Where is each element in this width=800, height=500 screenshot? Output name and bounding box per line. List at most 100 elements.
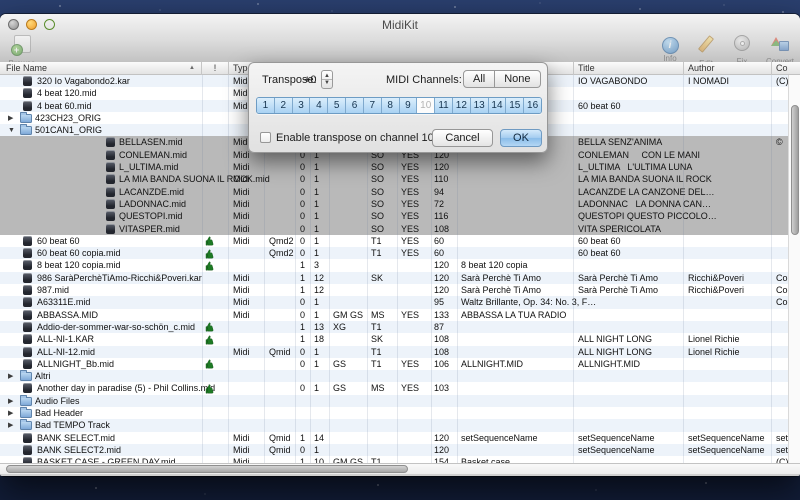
- transpose-stepper[interactable]: ▲▼: [321, 70, 333, 89]
- folder-icon: [20, 372, 32, 381]
- disclosure-collapsed-icon[interactable]: ▶: [8, 409, 13, 419]
- horizontal-scrollbar-thumb[interactable]: [6, 465, 408, 473]
- channel-9-button[interactable]: 9: [400, 98, 418, 113]
- table-row[interactable]: LACANZDE.midMidi01SOYES94LACANZDE LA CAN…: [0, 186, 800, 198]
- cell-title: ALL NIGHT LONG: [578, 334, 652, 344]
- cell-yes: YES: [401, 162, 419, 172]
- table-row[interactable]: A63311E.midMidi0195Waltz Brillante, Op. …: [0, 296, 800, 308]
- file-name: BELLASEN.mid: [119, 137, 183, 147]
- cell-dev: SK: [371, 273, 383, 283]
- midi-file-icon: [106, 162, 115, 172]
- cell-n2: 3: [314, 260, 319, 270]
- cell-n1: 0: [300, 199, 305, 209]
- table-row[interactable]: Another day in paradise (5) - Phil Colli…: [0, 382, 800, 394]
- table-row[interactable]: 987.midMidi112120Sarà Perchè Ti AmoSarà …: [0, 284, 800, 296]
- cell-type: Midi: [233, 150, 250, 160]
- vertical-scrollbar[interactable]: [788, 75, 800, 463]
- channel-4-button[interactable]: 4: [310, 98, 328, 113]
- folder-row[interactable]: ▶Bad TEMPO Track: [0, 419, 800, 431]
- table-row[interactable]: Addio-der-sommer-war-so-schön_c.mid113XG…: [0, 321, 800, 333]
- table-row[interactable]: 60 beat 60 copia.midQmd201T1YES6060 beat…: [0, 247, 800, 259]
- table-row[interactable]: ALL-NI-12.midMidiQmid01T1108ALL NIGHT LO…: [0, 346, 800, 358]
- folder-row[interactable]: ▶Altri: [0, 370, 800, 382]
- cell-title: QUESTOPI QUESTO PICCOLO…: [578, 211, 717, 221]
- table-row[interactable]: BANK SELECT2.midMidiQmid01120setSequence…: [0, 444, 800, 456]
- pencil-icon: [698, 35, 714, 53]
- ok-button[interactable]: OK: [500, 129, 542, 147]
- table-row[interactable]: 8 beat 120 copia.mid131208 beat 120 copi…: [0, 259, 800, 271]
- cell-dev: SO: [371, 162, 384, 172]
- cell-n2: 14: [314, 433, 324, 443]
- table-row[interactable]: ALLNIGHT_Bb.mid01GST1YES106ALLNIGHT.MIDA…: [0, 358, 800, 370]
- midi-file-icon: [23, 76, 32, 86]
- horizontal-scrollbar[interactable]: [0, 463, 800, 474]
- channel-12-button[interactable]: 12: [453, 98, 471, 113]
- cell-n2: 1: [314, 383, 319, 393]
- channel-15-button[interactable]: 15: [506, 98, 524, 113]
- channel-1-button[interactable]: 1: [257, 98, 275, 113]
- sort-ascending-icon: ▲: [189, 65, 195, 71]
- cell-title: setSequenceName: [578, 445, 655, 455]
- table-row[interactable]: L_ULTIMA.midMidi01SOYES120L_ULTIMA L'ULT…: [0, 161, 800, 173]
- disclosure-collapsed-icon[interactable]: ▶: [8, 372, 13, 382]
- cell-n1: 0: [300, 297, 305, 307]
- column-header-title[interactable]: Title: [578, 63, 595, 74]
- channel-13-button[interactable]: 13: [471, 98, 489, 113]
- channel-2-button[interactable]: 2: [275, 98, 293, 113]
- cell-author: Ricchi&Poveri: [688, 273, 744, 283]
- table-row[interactable]: LADONNAC.midMidi01SOYES72LADONNAC LA DON…: [0, 198, 800, 210]
- enable-transpose-checkbox[interactable]: [260, 132, 271, 143]
- enable-transpose-checkbox-label: Enable transpose on channel 10: [276, 132, 434, 144]
- disclosure-collapsed-icon[interactable]: ▶: [8, 421, 13, 431]
- folder-row[interactable]: ▶Audio Files: [0, 395, 800, 407]
- channel-7-button[interactable]: 7: [364, 98, 382, 113]
- cell-author: setSequenceName: [688, 433, 765, 443]
- table-row[interactable]: BASKET CASE - GREEN DAY.midMidi110GM GST…: [0, 456, 800, 463]
- column-header-file-name[interactable]: File Name: [6, 63, 47, 74]
- channel-11-button[interactable]: 11: [435, 98, 453, 113]
- table-row[interactable]: LA MIA BANDA SUONA IL ROCK.midMidi01SOYE…: [0, 173, 800, 185]
- cell-n1: 0: [300, 211, 305, 221]
- cell-tempo: 108: [434, 224, 449, 234]
- table-row[interactable]: 60 beat 60MidiQmd201T1YES6060 beat 60: [0, 235, 800, 247]
- table-row[interactable]: QUESTOPI.midMidi01SOYES116QUESTOPI QUEST…: [0, 210, 800, 222]
- column-header-flag[interactable]: !: [202, 63, 228, 74]
- disclosure-expanded-icon[interactable]: ▼: [8, 126, 15, 136]
- table-row[interactable]: ABBASSA.MIDMidi01GM GSMSYES133ABBASSA LA…: [0, 309, 800, 321]
- all-button[interactable]: All: [463, 70, 495, 88]
- column-header-copyright[interactable]: Co: [776, 63, 788, 74]
- cell-title: Sarà Perchè Ti Amo: [578, 285, 658, 295]
- vertical-scrollbar-thumb[interactable]: [791, 105, 799, 235]
- channel-16-button[interactable]: 16: [524, 98, 541, 113]
- file-name: 423CH23_ORIG: [35, 113, 101, 123]
- midi-file-icon: [23, 88, 32, 98]
- cell-title: IO VAGABONDO: [578, 76, 647, 86]
- cancel-button[interactable]: Cancel: [432, 129, 493, 147]
- cell-tempo: 60: [434, 236, 444, 246]
- channel-14-button[interactable]: 14: [489, 98, 507, 113]
- disclosure-collapsed-icon[interactable]: ▶: [8, 114, 13, 124]
- folder-row[interactable]: ▶Bad Header: [0, 407, 800, 419]
- channel-8-button[interactable]: 8: [382, 98, 400, 113]
- column-header-author[interactable]: Author: [688, 63, 715, 74]
- table-row[interactable]: ALL-NI-1.KAR118SK108ALL NIGHT LONGLionel…: [0, 333, 800, 345]
- cell-type: Midi: [233, 310, 250, 320]
- cell-title: 60 beat 60: [578, 236, 621, 246]
- table-row[interactable]: BANK SELECT.midMidiQmid114120setSequence…: [0, 432, 800, 444]
- none-button[interactable]: None: [495, 70, 540, 88]
- cell-yes: YES: [401, 383, 419, 393]
- channel-6-button[interactable]: 6: [346, 98, 364, 113]
- cell-n2: 12: [314, 273, 324, 283]
- disclosure-collapsed-icon[interactable]: ▶: [8, 397, 13, 407]
- table-row[interactable]: VITASPER.midMidi01SOYES108VITA SPERICOLA…: [0, 223, 800, 235]
- file-name: CONLEMAN.mid: [119, 150, 187, 160]
- channel-5-button[interactable]: 5: [328, 98, 346, 113]
- file-name: L_ULTIMA.mid: [119, 162, 178, 172]
- file-name: 60 beat 60: [37, 236, 80, 246]
- channel-10-button[interactable]: 10: [417, 98, 435, 113]
- channel-3-button[interactable]: 3: [293, 98, 311, 113]
- cell-n2: 1: [314, 248, 319, 258]
- transpose-channels-dialog: Transpose: +0 ▲▼ MIDI Channels: All None…: [248, 62, 548, 153]
- info-button[interactable]: i Info: [652, 35, 688, 63]
- table-row[interactable]: 986 SaràPerchèTiAmo-Ricchi&Poveri.karMid…: [0, 272, 800, 284]
